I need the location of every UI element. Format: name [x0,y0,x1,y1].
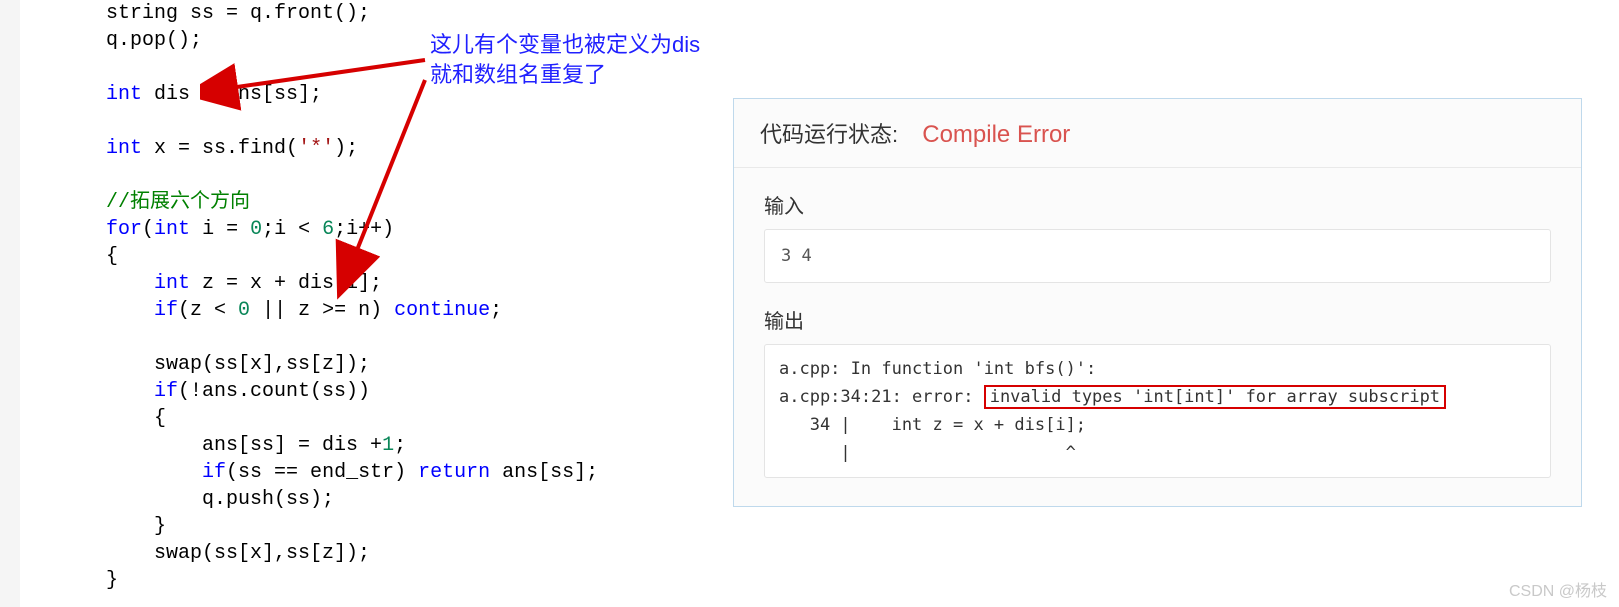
err-l3: 34 | int z = x + dis[i]; [779,415,1086,435]
annotation-line1: 这儿有个变量也被定义为dis [430,32,700,57]
input-box: 3 4 [764,229,1551,283]
err-l1: a.cpp: In function 'int bfs()': [779,359,1096,379]
panel-body: 输入 3 4 输出 a.cpp: In function 'int bfs()'… [734,168,1581,506]
header-label: 代码运行状态: [760,122,898,147]
panel-header: 代码运行状态: Compile Error [734,99,1581,168]
output-box: a.cpp: In function 'int bfs()': a.cpp:34… [764,344,1551,478]
watermark: CSDN @杨枝 [1509,577,1607,601]
status-text: Compile Error [922,121,1070,148]
err-l2-highlight: invalid types 'int[int]' for array subsc… [984,385,1446,409]
err-l2-pre: a.cpp:34:21: error: [779,387,984,407]
annotation-line2: 就和数组名重复了 [430,62,606,87]
annotation-text: 这儿有个变量也被定义为dis 就和数组名重复了 [430,30,700,90]
input-label: 输入 [764,190,1551,219]
gutter [0,0,20,607]
result-panel: 代码运行状态: Compile Error 输入 3 4 输出 a.cpp: I… [733,98,1582,507]
err-l4: | ^ [779,443,1076,463]
output-label: 输出 [764,305,1551,334]
